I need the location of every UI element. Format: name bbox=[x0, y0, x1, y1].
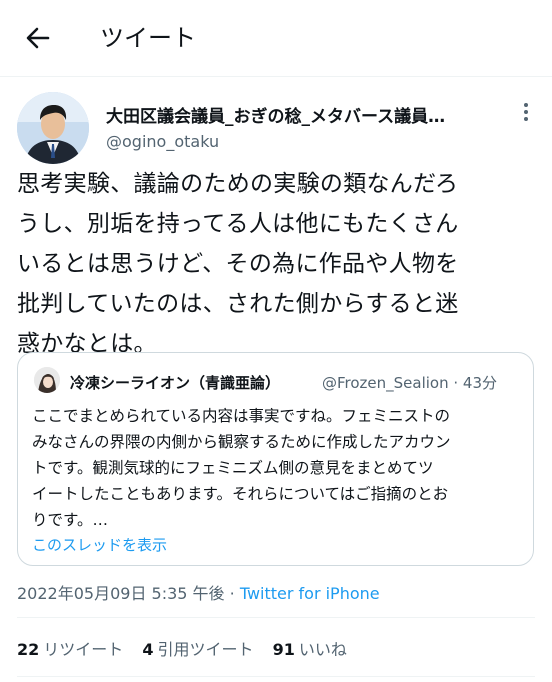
quotes-stat[interactable]: 4 引用ツイート bbox=[142, 640, 253, 659]
retweets-label: リツイート bbox=[43, 640, 124, 659]
retweets-stat[interactable]: 22 リツイート bbox=[17, 640, 123, 659]
divider bbox=[17, 617, 535, 618]
quoted-tweet-card[interactable]: 冷凍シーライオン（青識亜論） @Frozen_Sealion · 43分 ここで… bbox=[17, 352, 534, 566]
quotes-count: 4 bbox=[142, 640, 154, 659]
more-options-button[interactable] bbox=[518, 102, 534, 122]
likes-stat[interactable]: 91 いいね bbox=[273, 640, 347, 659]
author-handle[interactable]: @ogino_otaku bbox=[106, 132, 219, 151]
quote-avatar-image bbox=[34, 367, 60, 393]
retweets-count: 22 bbox=[17, 640, 40, 659]
author-name[interactable]: 大田区議会議員_おぎの稔_メタバース議員… bbox=[106, 102, 486, 127]
quote-handle-time: @Frozen_Sealion · 43分 bbox=[322, 374, 498, 392]
divider bbox=[17, 676, 535, 677]
more-vertical-icon bbox=[524, 103, 528, 121]
likes-label: いいね bbox=[298, 640, 347, 659]
tweet-stats: 22 リツイート 4 引用ツイート 91 いいね bbox=[17, 636, 361, 660]
arrow-left-icon bbox=[26, 27, 50, 49]
quote-author-name: 冷凍シーライオン（青識亜論） bbox=[70, 374, 281, 392]
page-title: ツイート bbox=[100, 24, 196, 52]
avatar[interactable] bbox=[17, 92, 89, 164]
tweet-source-link[interactable]: Twitter for iPhone bbox=[240, 584, 380, 603]
back-button[interactable] bbox=[22, 22, 54, 54]
show-thread-link[interactable]: このスレッドを表示 bbox=[32, 534, 167, 555]
tweet-meta: 2022年05月09日 5:35 午後 · Twitter for iPhone bbox=[17, 580, 380, 604]
tweet-text: 思考実験、議論のための実験の類なんだろ うし、別垢を持ってる人は他にもたくさん … bbox=[17, 171, 459, 357]
tweet-timestamp[interactable]: 2022年05月09日 5:35 午後 · bbox=[17, 584, 240, 603]
header-bar: ツイート bbox=[0, 0, 552, 77]
avatar-image bbox=[17, 92, 89, 164]
quotes-label: 引用ツイート bbox=[157, 640, 254, 659]
likes-count: 91 bbox=[272, 640, 295, 659]
quote-text: ここでまとめられている内容は事実ですね。フェミニストの みなさんの界隈の内側から… bbox=[32, 407, 451, 529]
quote-avatar bbox=[34, 367, 60, 393]
